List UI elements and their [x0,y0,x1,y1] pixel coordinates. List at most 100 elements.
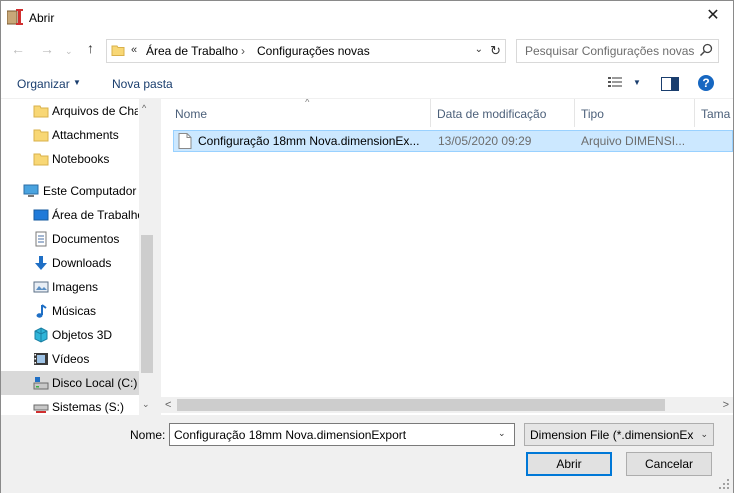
close-button[interactable]: ✕ [693,1,733,31]
scroll-up-icon[interactable]: ^ [142,103,146,113]
sidebar-item-label: Objetos 3D [52,328,113,342]
file-name-dropdown-icon[interactable]: ⌄ [498,428,506,439]
file-type-filter-value: Dimension File (*.dimensionEx [530,428,694,442]
sidebar-item-arquivos-de-chat[interactable]: Arquivos de Chat [1,99,141,123]
sidebar-item-musicas[interactable]: Músicas [1,299,141,323]
file-type: Arquivo DIMENSI... [581,134,686,148]
documents-icon [35,231,47,247]
table-row[interactable]: Configuração 18mm Nova.dimensionEx... 13… [173,130,733,152]
organize-menu-button[interactable]: Organizar [17,77,70,91]
new-folder-button[interactable]: Nova pasta [112,77,173,91]
file-name-input[interactable] [169,423,515,446]
resize-grip-icon[interactable] [719,479,729,489]
column-header-label: Tama [701,107,731,121]
search-placeholder: Pesquisar Configurações novas [525,44,695,58]
sidebar-item-label: Downloads [52,256,112,270]
sidebar-item-attachments[interactable]: Attachments [1,123,141,147]
music-icon [36,304,47,318]
desktop-icon [33,209,49,221]
network-drive-icon [33,404,49,413]
open-button[interactable]: Abrir [526,452,612,476]
videos-icon [34,353,48,365]
back-button[interactable]: ← [11,41,25,57]
help-icon[interactable]: ? [698,75,714,91]
view-options-icon[interactable] [608,77,622,89]
folder-icon [33,129,49,142]
column-header-type[interactable]: Tipo [575,99,695,127]
file-name: Configuração 18mm Nova.dimensionEx... [198,134,420,148]
computer-icon [23,184,39,197]
search-icon [699,43,713,57]
folder-icon [33,153,49,166]
sidebar-item-label: Documentos [52,232,120,246]
sidebar-item-label: Sistemas (S:) [52,400,125,414]
sidebar-item-label: Imagens [52,280,99,294]
column-header-date-modified[interactable]: Data de modificação [431,99,575,127]
window-title: Abrir [29,11,55,25]
title-bar: Abrir ✕ [1,1,733,31]
sort-ascending-icon: ^ [305,99,310,107]
sidebar-item-label: Notebooks [52,152,110,166]
navigation-pane[interactable]: Arquivos de Chat Attachments Notebooks E… [1,99,155,415]
sidebar-item-label: Vídeos [52,352,90,366]
sidebar-item-notebooks[interactable]: Notebooks [1,147,141,171]
sidebar-item-objetos-3d[interactable]: Objetos 3D [1,323,141,347]
up-button[interactable]: ↑ [87,40,94,56]
column-header-label: Tipo [581,107,604,121]
refresh-icon[interactable]: ↻ [490,43,501,59]
sidebar-item-sistemas-s[interactable]: Sistemas (S:) [1,395,141,415]
address-bar[interactable]: « Área de Trabalho › Configurações novas… [106,39,506,63]
address-dropdown-icon[interactable]: ⌄ [475,44,483,55]
sidebar-item-label: Disco Local (C:) [52,376,138,390]
sidebar-item-videos[interactable]: Vídeos [1,347,141,371]
breadcrumb-current-folder[interactable]: Configurações novas [257,44,370,58]
file-list[interactable]: Nome ^ Data de modificação Tipo Tama Con… [161,99,733,415]
view-dropdown-icon[interactable]: ▼ [633,78,641,87]
scroll-right-icon[interactable]: > [723,399,729,411]
pictures-icon [33,281,49,293]
preview-pane-icon[interactable] [661,77,679,91]
dialog-footer: Nome: ⌄ Dimension File (*.dimensionEx ⌄ … [1,415,733,493]
file-list-horizontal-scrollbar[interactable]: < > [161,397,733,413]
download-icon [35,256,47,270]
sidebar-item-label: Este Computador [43,184,137,198]
sidebar-item-label: Arquivos de Chat [52,104,138,118]
3d-objects-icon [34,327,48,343]
scroll-left-icon[interactable]: < [165,399,171,411]
chevron-down-icon[interactable]: ▼ [73,78,81,87]
column-header-size[interactable]: Tama [695,99,733,127]
sidebar-item-area-de-trabalho[interactable]: Área de Trabalho [1,203,141,227]
sidebar-item-imagens[interactable]: Imagens [1,275,141,299]
scrollbar-thumb[interactable] [177,399,665,411]
drive-icon [33,377,49,390]
sidebar-item-documentos[interactable]: Documentos [1,227,141,251]
column-header-name[interactable]: Nome ^ [169,99,431,127]
column-header-label: Nome [175,107,208,121]
recent-locations-button[interactable]: ⌄ [65,46,73,57]
breadcrumb-desktop[interactable]: Área de Trabalho [146,44,238,58]
address-overflow-icon[interactable]: « [131,44,137,56]
sidebar-item-downloads[interactable]: Downloads [1,251,141,275]
search-input[interactable]: Pesquisar Configurações novas [516,39,719,63]
file-date-modified: 13/05/2020 09:29 [438,134,532,148]
folder-icon [111,45,125,56]
cancel-button[interactable]: Cancelar [626,452,712,476]
scrollbar-thumb[interactable] [141,235,153,373]
sidebar-item-disco-local-c[interactable]: Disco Local (C:) [1,371,139,395]
file-type-filter-select[interactable]: Dimension File (*.dimensionEx ⌄ [524,423,714,446]
navigation-pane-scrollbar[interactable]: ^ ⌄ [139,99,155,415]
navigation-bar: ← → ⌄ ↑ « Área de Trabalho › Configuraçõ… [1,31,733,69]
column-header-label: Data de modificação [437,107,547,121]
scroll-down-icon[interactable]: ⌄ [142,399,150,410]
sidebar-item-label: Área de Trabalho [52,208,139,222]
app-icon [7,9,23,25]
file-name-label: Nome: [130,428,166,442]
chevron-down-icon: ⌄ [700,429,708,439]
sidebar-item-este-computador[interactable]: Este Computador [1,179,141,203]
sidebar-item-label: Músicas [52,304,97,318]
command-bar: Organizar ▼ Nova pasta ▼ ? [1,69,733,99]
open-file-dialog: Abrir ✕ ← → ⌄ ↑ « Área de Trabalho › Con… [0,0,734,493]
file-icon [178,133,192,149]
forward-button[interactable]: → [40,41,54,57]
breadcrumb-separator[interactable]: › [241,44,245,58]
